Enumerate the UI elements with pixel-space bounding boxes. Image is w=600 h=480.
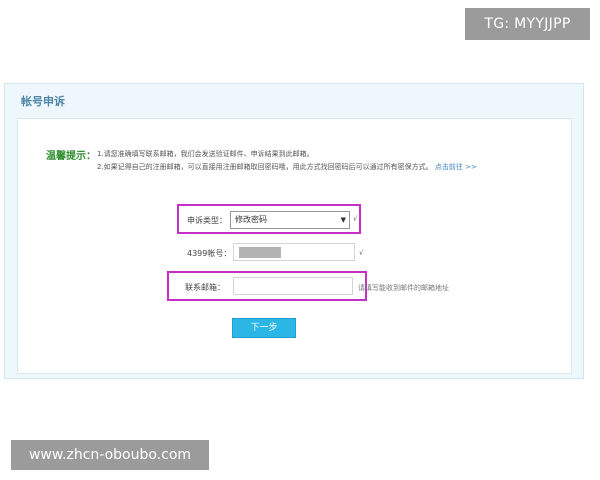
email-field[interactable] bbox=[233, 277, 353, 295]
appeal-type-select[interactable]: 修改密码 ▼ bbox=[230, 211, 350, 229]
tg-watermark: TG: MYYJJPP bbox=[465, 8, 590, 40]
tips-line-2: 2.如果记得自己的注册邮箱，可以直接用注册邮箱取回密码哦，用此方式找回密码后可以… bbox=[97, 162, 477, 172]
site-watermark: www.zhcn-oboubo.com bbox=[11, 440, 209, 470]
account-check-icon: √ bbox=[359, 249, 364, 257]
account-input[interactable] bbox=[233, 243, 355, 261]
appeal-type-label: 申诉类型： bbox=[187, 216, 227, 225]
panel-title: 帐号申诉 bbox=[21, 95, 65, 108]
tips-line-1: 1.请您准确填写联系邮箱，我们会发送验证邮件、申诉结果到此邮箱。 bbox=[97, 150, 314, 158]
email-hint: 请填写能收到邮件的邮箱地址 bbox=[358, 284, 449, 292]
chevron-down-icon: ▼ bbox=[340, 216, 346, 224]
next-step-button[interactable]: 下一步 bbox=[232, 318, 296, 338]
screenshot-page: TG: MYYJJPP 帐号申诉 温馨提示： 1.请您准确填写联系邮箱，我们会发… bbox=[0, 0, 600, 480]
tips-label: 温馨提示： bbox=[46, 151, 96, 162]
appeal-type-value: 修改密码 bbox=[235, 215, 267, 224]
appeal-type-check-icon: √ bbox=[353, 215, 358, 223]
go-now-link[interactable]: 点击前往 >> bbox=[435, 163, 477, 171]
tips-line-2-text: 2.如果记得自己的注册邮箱，可以直接用注册邮箱取回密码哦，用此方式找回密码后可以… bbox=[97, 163, 433, 171]
account-label: 4399帐号： bbox=[187, 249, 232, 258]
account-masked-value bbox=[239, 247, 281, 258]
email-label: 联系邮箱： bbox=[185, 283, 225, 292]
